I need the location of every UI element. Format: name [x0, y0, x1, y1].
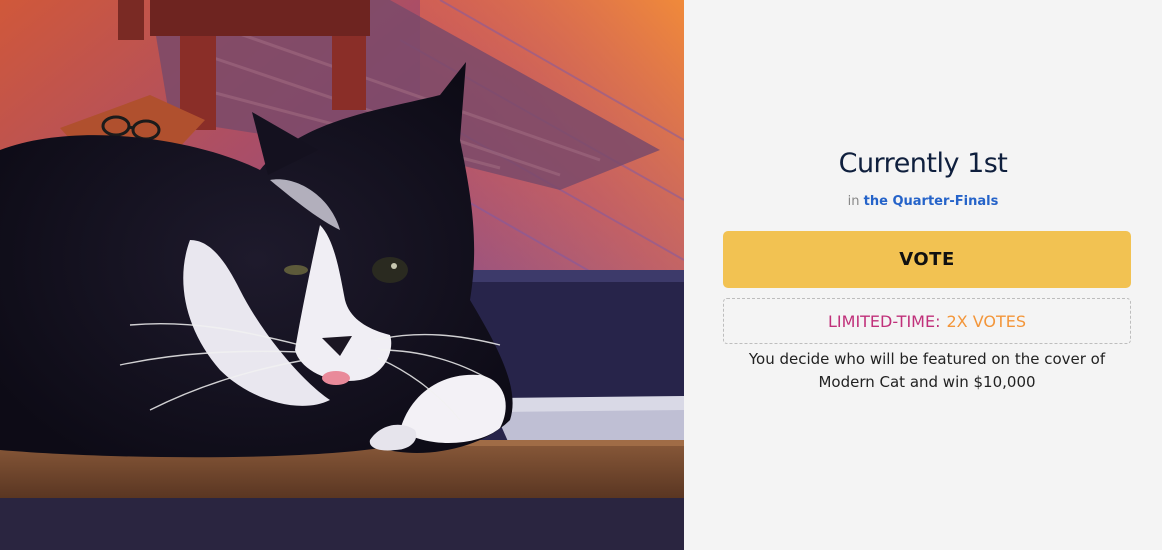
promo-label: LIMITED-TIME:	[828, 311, 941, 331]
vote-button[interactable]: VOTE	[723, 231, 1131, 288]
promo-banner: LIMITED-TIME: 2X VOTES	[723, 298, 1131, 344]
promo-value: 2X VOTES	[946, 311, 1026, 331]
contestant-photo	[0, 0, 684, 550]
ranking-title: Currently 1st	[838, 148, 1008, 179]
round-prefix: in	[847, 194, 860, 209]
round-link[interactable]: the Quarter-Finals	[864, 194, 999, 209]
round-info: in the Quarter-Finals	[684, 194, 1162, 209]
contestant-card: Currently 1st in the Quarter-Finals VOTE…	[0, 0, 1162, 550]
contest-description: You decide who will be featured on the c…	[748, 350, 1106, 391]
voting-panel: Currently 1st in the Quarter-Finals VOTE…	[684, 0, 1162, 550]
cat-photo-illustration	[0, 0, 684, 550]
